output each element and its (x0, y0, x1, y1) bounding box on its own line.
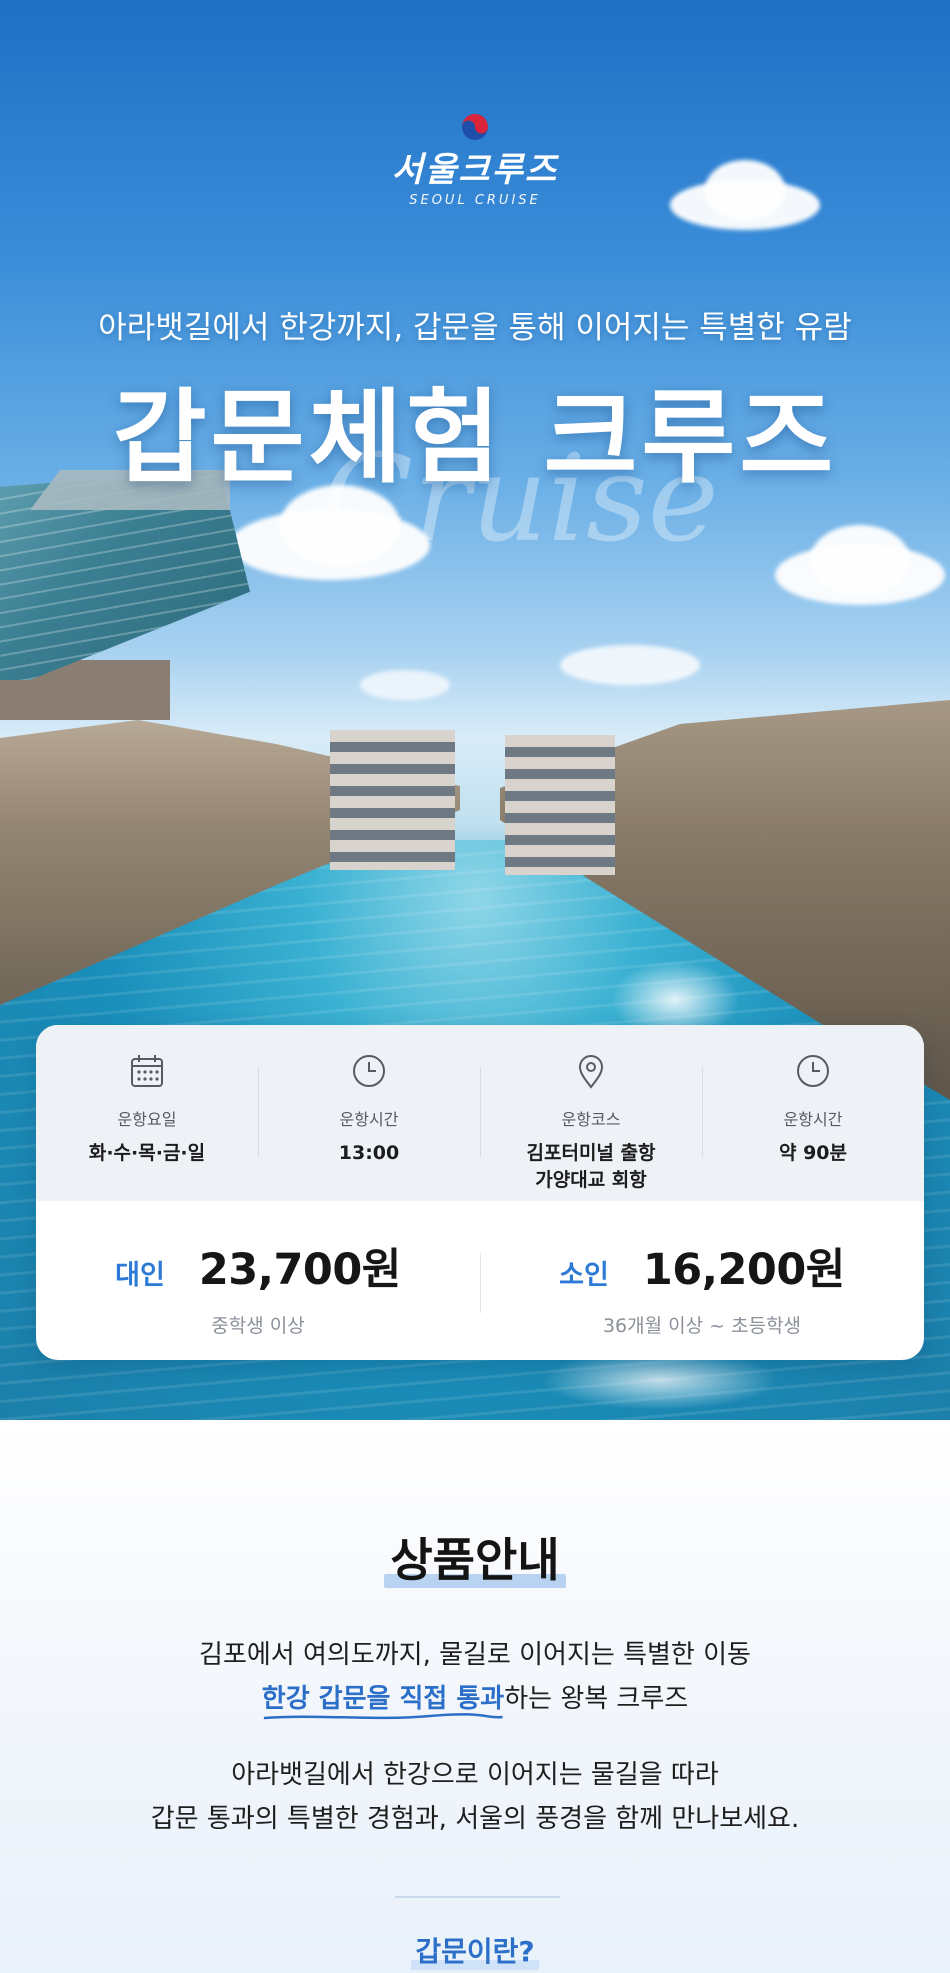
taegeuk-logo-icon (460, 112, 490, 142)
price-child: 소인 16,200원 36개월 이상 ~ 초등학생 (480, 1201, 924, 1360)
schedule-row: 운항요일 화·수·목·금·일 운항시간 13:00 운항코스 김포터미널 출항 … (36, 1025, 924, 1201)
brand-logo[interactable]: 서울크루즈 SEOUL CRUISE (0, 112, 950, 208)
price-adult: 대인 23,700원 중학생 이상 (36, 1201, 480, 1360)
cloud (360, 670, 450, 700)
next-section-title: 갑문이란? (411, 1930, 539, 1970)
product-description-line: 갑문 통과의 특별한 경험과, 서울의 풍경을 함께 만나보세요. (150, 1804, 800, 1834)
page: 서울크루즈 SEOUL CRUISE 아라뱃길에서 한강까지, 갑문을 통해 이… (0, 0, 950, 1973)
price-amount: 16,200원 (642, 1245, 846, 1295)
cloud (810, 525, 910, 595)
clock-icon (350, 1052, 388, 1090)
description-rest: 하는 왕복 크루즈 (504, 1684, 689, 1714)
cloud (560, 645, 700, 685)
info-course: 운항코스 김포터미널 출항 가양대교 회항 (480, 1025, 702, 1201)
info-duration: 운항시간 약 90분 (702, 1025, 924, 1201)
price-row: 대인 23,700원 중학생 이상 소인 16,200원 36개월 이상 ~ 초… (36, 1201, 924, 1360)
info-value: 13:00 (338, 1142, 400, 1164)
location-pin-icon (572, 1052, 610, 1090)
hero-title: 갑문체험 크루즈 (112, 379, 838, 498)
highlight-text: 한강 갑문을 직접 통과 (261, 1678, 505, 1720)
info-value: 화·수·목·금·일 (88, 1142, 206, 1164)
hero-subtitle: 아라뱃길에서 한강까지, 갑문을 통해 이어지는 특별한 유람 (98, 310, 852, 346)
next-section-title-wrap: 갑문이란? (0, 1930, 950, 1970)
price-condition: 중학생 이상 (211, 1315, 305, 1337)
price-line: 소인 16,200원 (480, 1235, 924, 1297)
info-label: 운항시간 (339, 1110, 399, 1129)
price-condition: 36개월 이상 ~ 초등학생 (602, 1315, 802, 1337)
info-value: 약 90분 (778, 1142, 847, 1164)
course-return: 가양대교 회항 (535, 1169, 647, 1191)
price-amount: 23,700원 (198, 1245, 402, 1295)
info-card: 운항요일 화·수·목·금·일 운항시간 13:00 운항코스 김포터미널 출항 … (36, 1025, 924, 1360)
course-departure: 김포터미널 출항 (526, 1142, 656, 1164)
price-line: 대인 23,700원 (36, 1235, 480, 1297)
lock-gate-building-left (330, 730, 455, 870)
product-description-line: 아라뱃길에서 한강으로 이어지는 물길을 따라 (231, 1760, 719, 1790)
info-days: 운항요일 화·수·목·금·일 (36, 1025, 258, 1201)
highlight-phrase: 한강 갑문을 직접 통과 (261, 1684, 505, 1714)
hero-banner: 서울크루즈 SEOUL CRUISE 아라뱃길에서 한강까지, 갑문을 통해 이… (0, 0, 950, 1420)
section-title: 상품안내 (384, 1524, 566, 1590)
product-description-line: 한강 갑문을 직접 통과 하는 왕복 크루즈 (0, 1678, 950, 1720)
highlight-underline (263, 1713, 503, 1720)
section-title-wrap: 상품안내 (0, 1524, 950, 1590)
product-info-section: 상품안내 김포에서 여의도까지, 물길로 이어지는 특별한 이동 한강 갑문을 … (0, 1420, 950, 1973)
lock-gate-building-right (505, 735, 615, 875)
section-divider (395, 1896, 560, 1898)
info-departure-time: 운항시간 13:00 (258, 1025, 480, 1201)
info-label: 운항시간 (783, 1110, 843, 1129)
price-type-label: 소인 (559, 1260, 609, 1291)
info-value: 김포터미널 출항 가양대교 회항 (480, 1140, 702, 1194)
info-label: 운항코스 (561, 1110, 621, 1129)
price-type-label: 대인 (115, 1260, 165, 1291)
info-label: 운항요일 (117, 1110, 177, 1129)
calendar-icon (128, 1052, 166, 1090)
brand-name-korean: 서울크루즈 (391, 150, 559, 190)
product-description-line: 김포에서 여의도까지, 물길로 이어지는 특별한 이동 (199, 1640, 751, 1670)
brand-name-english: SEOUL CRUISE (409, 193, 541, 208)
clock-icon (794, 1052, 832, 1090)
